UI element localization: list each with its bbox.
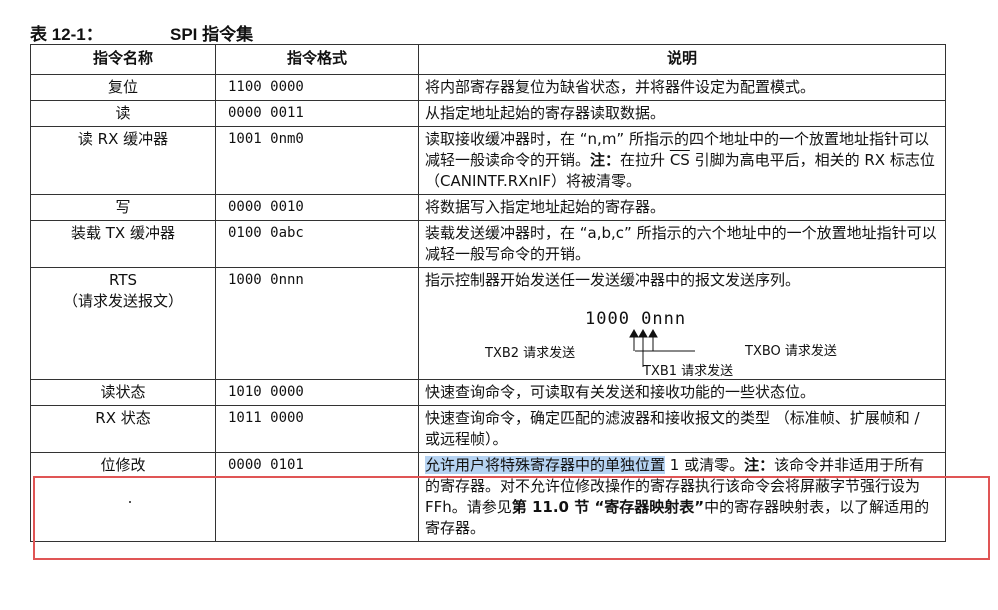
cell-name: 读 <box>30 100 216 127</box>
cell-name: 写 <box>30 194 216 221</box>
selected-text[interactable]: 允许用户将特殊寄存器中的单独位置 <box>425 456 666 474</box>
cell-format: 1000 0nnn <box>215 267 419 380</box>
rts-subname: （请求发送报文） <box>62 292 183 310</box>
cell-desc: 将数据写入指定地址起始的寄存器。 <box>418 194 946 221</box>
cell-desc: 指示控制器开始发送任一发送缓冲器中的报文发送序列。 1000 0nnn TXB2… <box>418 267 946 380</box>
cell-format: 1001 0nm0 <box>215 126 419 195</box>
desc-text: 指示控制器开始发送任一发送缓冲器中的报文发送序列。 <box>425 271 801 289</box>
cell-format: 0000 0010 <box>215 194 419 221</box>
table-row: 读 0000 0011 从指定地址起始的寄存器读取数据。 <box>30 100 946 127</box>
cell-name: 装载 TX 缓冲器 <box>30 220 216 268</box>
table-row: 复位 1100 0000 将内部寄存器复位为缺省状态，并将器件设定为配置模式。 <box>30 74 946 101</box>
table-title: SPI 指令集 <box>170 25 254 44</box>
cell-name: RX 状态 <box>30 405 216 453</box>
section-reference: 第 11.0 节 “寄存器映射表” <box>511 498 705 516</box>
note-label: 注： <box>744 456 775 474</box>
cell-format: 1100 0000 <box>215 74 419 101</box>
desc-text: 在拉升 <box>620 151 670 169</box>
table-row: 装载 TX 缓冲器 0100 0abc 装载发送缓冲器时，在 “a,b,c” 所… <box>30 220 946 268</box>
cell-name: 读状态 <box>30 379 216 406</box>
rts-name: RTS <box>108 271 137 289</box>
cell-desc: 将内部寄存器复位为缺省状态，并将器件设定为配置模式。 <box>418 74 946 101</box>
cell-desc: 读取接收缓冲器时，在 “n,m” 所指示的四个地址中的一个放置地址指针可以减轻一… <box>418 126 946 195</box>
label-txb2: TXB2 请求发送 <box>485 346 576 361</box>
cell-format: 0100 0abc <box>215 220 419 268</box>
table-number: 表 12-1： <box>30 25 103 44</box>
cell-format: 1010 0000 <box>215 379 419 406</box>
spi-instruction-table: 指令名称 指令格式 说明 复位 1100 0000 将内部寄存器复位为缺省状态，… <box>30 44 946 542</box>
table-caption: 表 12-1： SPI 指令集 <box>30 20 253 45</box>
arrow-txb1-head <box>638 328 648 338</box>
cell-format: 0000 0011 <box>215 100 419 127</box>
table-row: RTS （请求发送报文） 1000 0nnn 指示控制器开始发送任一发送缓冲器中… <box>30 267 946 380</box>
cell-format: 0000 0101 <box>215 452 419 542</box>
cell-desc[interactable]: 允许用户将特殊寄存器中的单独位置 1 或清零。注：该命令并非适用于所有的寄存器。… <box>418 452 946 542</box>
table-header-row: 指令名称 指令格式 说明 <box>30 44 946 75</box>
table-row: 读状态 1010 0000 快速查询命令，可读取有关发送和接收功能的一些状态位。 <box>30 379 946 406</box>
arrow-txb0-head <box>648 328 658 338</box>
cell-format: 1011 0000 <box>215 405 419 453</box>
label-txb0: TXBO 请求发送 <box>745 344 837 359</box>
table-row: RX 状态 1011 0000 快速查询命令，确定匹配的滤波器和接收报文的类型 … <box>30 405 946 453</box>
cs-signal: CS <box>669 151 690 169</box>
cell-name: 读 RX 缓冲器 <box>30 126 216 195</box>
cell-name: RTS （请求发送报文） <box>30 267 216 380</box>
arrow-txb2-head <box>629 328 639 338</box>
label-txb1: TXB1 请求发送 <box>643 364 734 379</box>
cell-desc: 快速查询命令，确定匹配的滤波器和接收报文的类型 （标准帧、扩展帧和 / 或远程帧… <box>418 405 946 453</box>
header-format: 指令格式 <box>215 44 419 75</box>
cell-name: 复位 <box>30 74 216 101</box>
desc-text: 1 或清零。 <box>665 456 745 474</box>
stray-dot <box>129 501 131 503</box>
header-name: 指令名称 <box>30 44 216 75</box>
table-row: 写 0000 0010 将数据写入指定地址起始的寄存器。 <box>30 194 946 221</box>
cell-name: 位修改 <box>30 452 216 542</box>
header-desc: 说明 <box>418 44 946 75</box>
table-row: 读 RX 缓冲器 1001 0nm0 读取接收缓冲器时，在 “n,m” 所指示的… <box>30 126 946 195</box>
table-row: 位修改 0000 0101 允许用户将特殊寄存器中的单独位置 1 或清零。注：该… <box>30 452 946 542</box>
rts-bit-diagram: 1000 0nnn TXB2 请求发送 TXBO 请求发送 TXB1 请求发送 <box>425 295 939 379</box>
cell-desc: 快速查询命令，可读取有关发送和接收功能的一些状态位。 <box>418 379 946 406</box>
note-label: 注： <box>590 151 621 169</box>
cell-desc: 从指定地址起始的寄存器读取数据。 <box>418 100 946 127</box>
cell-desc: 装载发送缓冲器时，在 “a,b,c” 所指示的六个地址中的一个放置地址指针可以减… <box>418 220 946 268</box>
